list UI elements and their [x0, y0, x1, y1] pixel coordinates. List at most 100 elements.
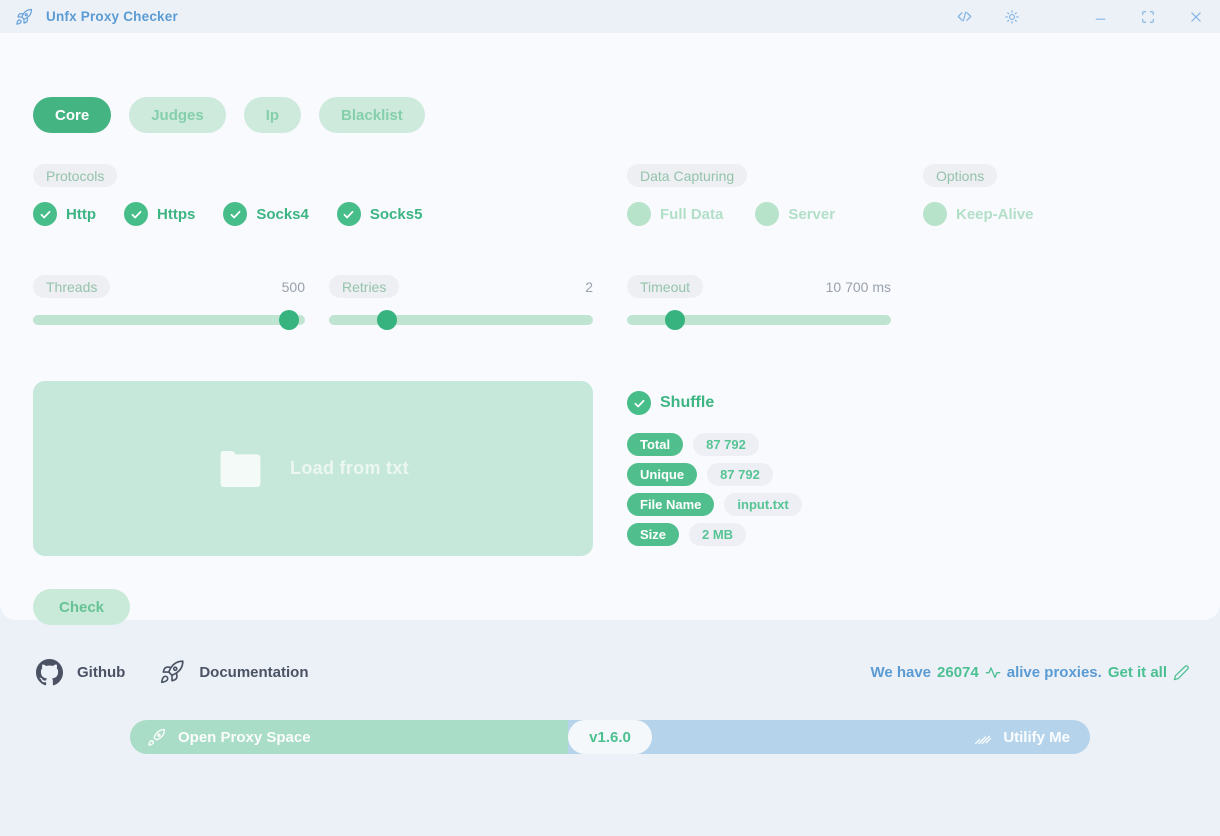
load-from-txt-dropzone[interactable]: Load from txt	[33, 381, 593, 556]
documentation-label: Documentation	[199, 663, 309, 681]
check-circle	[755, 202, 780, 226]
checkbox-server[interactable]: Server	[755, 202, 835, 226]
rocket-icon	[15, 8, 33, 26]
checkbox-label: Shuffle	[660, 394, 715, 411]
alive-proxies-banner: We have 26074 alive proxies. Get it all	[870, 653, 1190, 691]
retries-slider-value: 2	[585, 278, 593, 295]
dropzone-label: Load from txt	[290, 458, 409, 478]
maximize-icon[interactable]	[1124, 0, 1172, 33]
retries-slider-label: Retries	[329, 275, 400, 298]
check-circle	[33, 202, 57, 226]
checkbox-label: Socks4	[256, 205, 309, 223]
open-proxy-space-link[interactable]: Open Proxy Space	[130, 720, 568, 754]
stat-total: Total 87 792	[627, 433, 759, 456]
hatch-icon	[973, 728, 993, 746]
minimize-icon[interactable]	[1076, 0, 1124, 33]
check-icon	[131, 210, 141, 218]
alive-count: 26074	[937, 663, 979, 681]
stat-key-badge: Total	[627, 433, 684, 456]
stat-size: Size 2 MB	[627, 523, 747, 546]
documentation-link[interactable]: Documentation	[159, 659, 309, 685]
check-icon	[634, 399, 644, 407]
footer-links: Github Documentation	[36, 653, 309, 691]
stat-value-badge: input.txt	[724, 493, 802, 516]
threads-slider-value: 500	[281, 278, 305, 295]
app-window: Unfx Proxy Checker Core Judges Ip Blackl…	[0, 0, 1220, 836]
timeout-slider-label: Timeout	[627, 275, 704, 298]
checkbox-https[interactable]: Https	[124, 202, 195, 226]
stat-unique: Unique 87 792	[627, 463, 773, 486]
check-icon	[230, 210, 241, 218]
app-title: Unfx Proxy Checker	[46, 9, 178, 24]
check-button[interactable]: Check	[33, 589, 131, 625]
stat-value-badge: 87 792	[707, 463, 773, 486]
checkbox-label: Keep-Alive	[956, 205, 1034, 223]
check-icon	[343, 210, 354, 218]
content-card: Core Judges Ip Blacklist Protocols Http	[0, 33, 1220, 625]
stat-value-badge: 2 MB	[689, 523, 747, 546]
tab-blacklist[interactable]: Blacklist	[319, 97, 425, 133]
rocket-icon	[159, 659, 185, 685]
tab-core[interactable]: Core	[33, 97, 112, 133]
github-label: Github	[77, 663, 126, 681]
check-circle	[223, 202, 248, 226]
threads-slider-track[interactable]	[33, 310, 305, 330]
tab-label: Judges	[151, 106, 204, 124]
checkbox-full-data[interactable]: Full Data	[627, 202, 723, 226]
tab-label: Core	[55, 106, 90, 124]
options-section: Options Keep-Alive	[923, 164, 1034, 226]
checkbox-socks4[interactable]: Socks4	[223, 202, 309, 226]
options-section-label: Options	[923, 164, 998, 187]
activity-icon	[985, 664, 1001, 680]
tab-ip[interactable]: Ip	[243, 97, 302, 133]
tab-judges[interactable]: Judges	[129, 97, 226, 133]
retries-slider-thumb[interactable]	[377, 310, 398, 330]
tab-bar: Core Judges Ip Blacklist	[33, 97, 425, 133]
devtools-code-icon[interactable]	[940, 0, 988, 33]
retries-slider: Retries 2	[329, 275, 593, 330]
close-icon[interactable]	[1172, 0, 1220, 33]
protocols-section-label: Protocols	[33, 164, 118, 187]
rocket-icon	[147, 728, 166, 747]
threads-slider-label: Threads	[33, 275, 111, 298]
timeout-slider-value: 10 700 ms	[825, 278, 891, 295]
retries-slider-track[interactable]	[329, 310, 593, 330]
theme-sun-icon[interactable]	[988, 0, 1036, 33]
checkbox-keep-alive[interactable]: Keep-Alive	[923, 202, 1034, 226]
stat-value-badge: 87 792	[693, 433, 759, 456]
check-circle	[923, 202, 947, 226]
check-circle	[627, 202, 651, 226]
tab-label: Ip	[265, 106, 280, 124]
github-link[interactable]: Github	[36, 658, 126, 686]
checkbox-label: Https	[157, 205, 196, 223]
data-capturing-section: Data Capturing Full Data Server	[627, 164, 835, 226]
get-it-all-link[interactable]: Get it all	[1108, 664, 1167, 681]
tab-label: Blacklist	[341, 106, 403, 124]
checkbox-label: Full Data	[660, 205, 724, 223]
github-icon	[36, 658, 63, 686]
alive-prefix: We have	[870, 663, 932, 681]
threads-slider-thumb[interactable]	[278, 310, 299, 330]
folder-icon	[217, 450, 264, 488]
timeout-slider-thumb[interactable]	[664, 310, 685, 330]
promo-bar: Open Proxy Space Utilify Me v1.6.0	[130, 720, 1090, 754]
check-circle	[124, 202, 148, 226]
timeout-slider-track[interactable]	[627, 310, 891, 330]
threads-slider: Threads 500	[33, 275, 305, 330]
checkbox-label: Socks5	[369, 205, 423, 223]
pen-icon	[1173, 664, 1190, 681]
data-capturing-section-label: Data Capturing	[627, 164, 748, 187]
version-badge: v1.6.0	[568, 720, 652, 754]
checkbox-shuffle[interactable]: Shuffle	[627, 391, 714, 415]
stat-file-name: File Name input.txt	[627, 493, 802, 516]
stat-key-badge: Size	[627, 523, 680, 546]
check-circle	[627, 391, 651, 415]
utilify-me-label: Utilify Me	[1003, 728, 1070, 746]
check-circle	[336, 202, 361, 226]
protocols-section: Protocols Http Https Socks4 Socks5	[33, 164, 422, 226]
timeout-slider: Timeout 10 700 ms	[627, 275, 891, 330]
checkbox-label: Server	[788, 205, 836, 223]
checkbox-socks5[interactable]: Socks5	[336, 202, 423, 226]
checkbox-label: Http	[66, 205, 96, 223]
checkbox-http[interactable]: Http	[33, 202, 96, 226]
